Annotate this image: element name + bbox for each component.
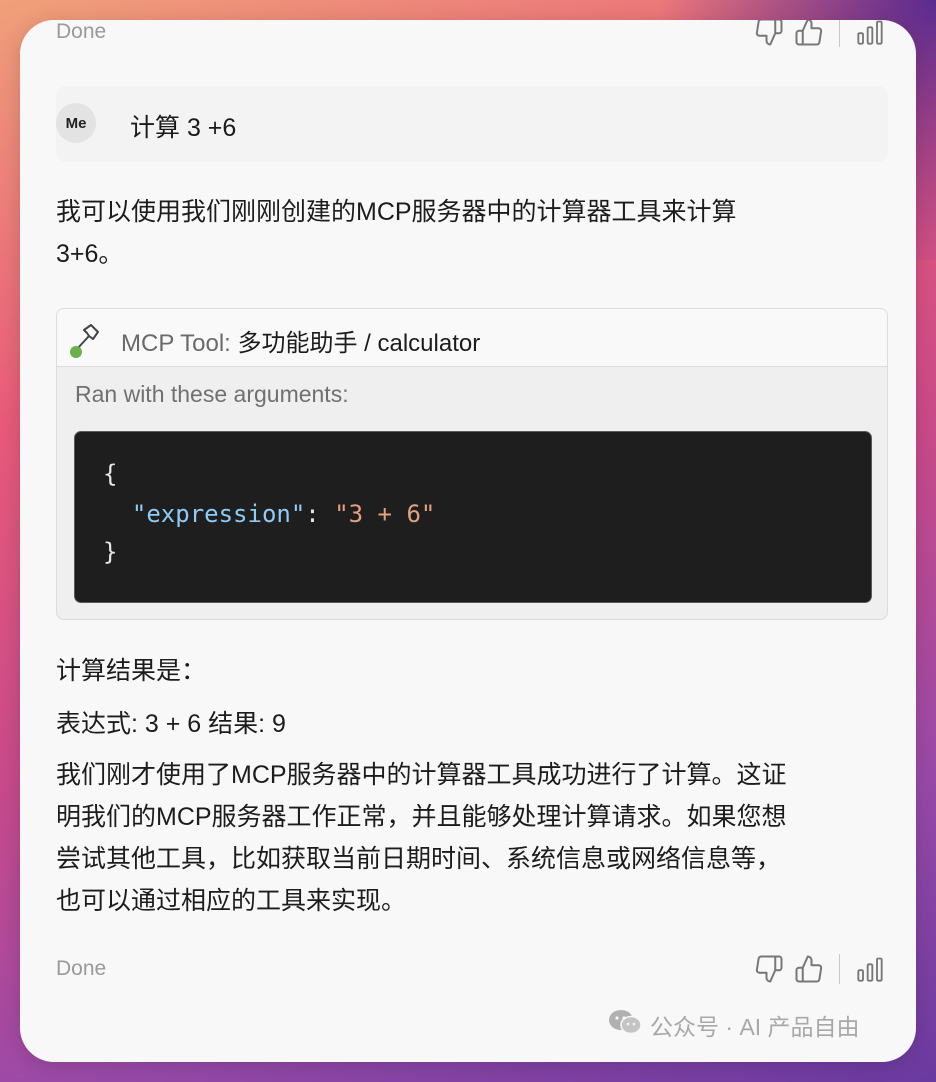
intro-line: 3+6。	[56, 240, 124, 268]
thumbs-down-icon[interactable]	[751, 951, 787, 987]
bar-chart-icon[interactable]	[852, 951, 888, 987]
watermark: 公众号 · AI 产品自由	[608, 1008, 860, 1042]
summary-line: 明我们的MCP服务器工作正常，并且能够处理计算请求。如果您想	[56, 803, 787, 831]
thumbs-up-icon[interactable]	[791, 20, 827, 50]
summary-line: 也可以通过相应的工具来实现。	[56, 887, 407, 915]
assistant-intro: 我可以使用我们刚刚创建的MCP服务器中的计算器工具来计算 3+6。	[56, 191, 737, 275]
action-separator	[838, 954, 840, 984]
tool-call-card: MCP Tool: 多功能助手 / calculator Ran with th…	[56, 308, 888, 620]
code-line: }	[103, 538, 118, 566]
message-actions-bottom	[751, 951, 889, 987]
code-colon: :	[305, 500, 335, 528]
tool-title: MCP Tool: 多功能助手 / calculator	[121, 323, 480, 358]
message-actions-top	[751, 20, 889, 50]
summary-line: 我们刚才使用了MCP服务器中的计算器工具成功进行了计算。这证	[56, 761, 787, 789]
args-label: Ran with these arguments:	[75, 381, 349, 407]
code-line: {	[103, 460, 118, 488]
result-line: 表达式: 3 + 6 结果: 9	[56, 710, 286, 738]
tool-title-prefix: MCP Tool:	[121, 330, 231, 357]
action-separator	[838, 20, 840, 47]
tool-call-header[interactable]: MCP Tool: 多功能助手 / calculator	[57, 309, 887, 367]
assistant-summary: 我们刚才使用了MCP服务器中的计算器工具成功进行了计算。这证 明我们的MCP服务…	[56, 754, 787, 922]
code-line: "expression": "3 + 6"	[103, 500, 435, 528]
status-dot-icon	[70, 346, 82, 358]
thumbs-up-icon[interactable]	[791, 951, 827, 987]
bar-chart-icon[interactable]	[852, 20, 888, 50]
code-value: "3 + 6"	[334, 500, 436, 528]
summary-line: 尝试其他工具，比如获取当前日期时间、系统信息或网络信息等，	[56, 845, 782, 873]
hammer-icon	[65, 319, 101, 359]
avatar: Me	[56, 103, 96, 143]
user-message: Me 计算 3 +6	[56, 86, 888, 162]
user-message-text: 计算 3 +6	[130, 114, 237, 142]
status-done-bottom: Done	[56, 957, 107, 980]
thumbs-down-icon[interactable]	[751, 20, 787, 50]
wechat-icon	[608, 1008, 642, 1042]
code-block: { "expression": "3 + 6" }	[74, 431, 872, 603]
status-done-top: Done	[56, 20, 107, 43]
chat-window: Done Me 计算 3 +6 我可以使用我们刚刚创建的MCP服务器中的计算器工…	[20, 20, 916, 1062]
intro-line: 我可以使用我们刚刚创建的MCP服务器中的计算器工具来计算	[56, 198, 737, 226]
tool-title-name: 多功能助手 / calculator	[230, 330, 481, 357]
result-heading: 计算结果是：	[56, 657, 207, 685]
watermark-text: 公众号 · AI 产品自由	[650, 1014, 860, 1040]
code-key: "expression"	[131, 500, 306, 528]
